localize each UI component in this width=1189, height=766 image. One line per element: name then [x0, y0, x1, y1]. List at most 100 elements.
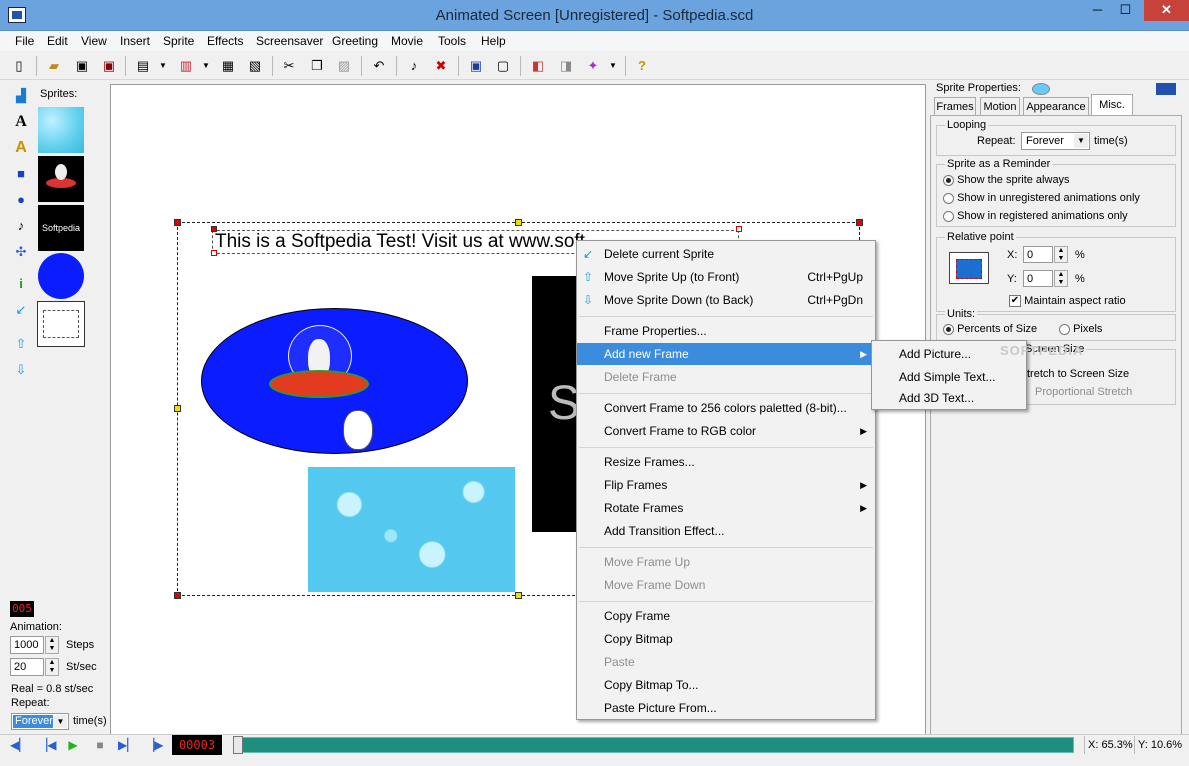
paste-icon[interactable]: ▨: [334, 56, 354, 76]
resize-handle[interactable]: [174, 592, 181, 599]
submenu-add-simple-text[interactable]: Add Simple Text...: [872, 366, 1026, 388]
tab-motion[interactable]: Motion: [980, 97, 1020, 115]
menu-move-frame-down[interactable]: Move Frame Down: [577, 574, 875, 596]
copy-icon[interactable]: ❐: [307, 56, 327, 76]
rate-input[interactable]: 20: [10, 658, 44, 676]
move-up-tool-icon[interactable]: ⇧: [10, 333, 32, 355]
x-input[interactable]: 0: [1023, 246, 1053, 263]
x-spinner[interactable]: ▲ ▼: [1054, 246, 1068, 263]
menu-sprite[interactable]: Sprite: [163, 34, 194, 48]
previous-frame-icon[interactable]: ▕◀: [38, 737, 56, 753]
reminder-option-always[interactable]: Show the sprite always: [943, 174, 1070, 186]
sprite-thumb-circle[interactable]: [38, 253, 84, 299]
export-scr-icon[interactable]: ▤: [133, 56, 153, 76]
units-percent-radio[interactable]: Percents of Size: [943, 323, 1037, 335]
add-rectangle-tool-icon[interactable]: ■: [10, 163, 32, 185]
save-icon[interactable]: ▣: [72, 56, 92, 76]
menu-paste-picture-from[interactable]: Paste Picture From...: [577, 697, 875, 719]
add-text-tool-icon[interactable]: A: [10, 111, 32, 133]
reminder-option-unregistered[interactable]: Show in unregistered animations only: [943, 192, 1140, 204]
add-sound-tool-icon[interactable]: ♪: [10, 215, 32, 237]
add-picture-tool-icon[interactable]: ▟: [10, 85, 32, 107]
help-icon[interactable]: ?: [632, 56, 652, 76]
move-down-tool-icon[interactable]: ⇩: [10, 359, 32, 381]
proportional-stretch-option[interactable]: Proportional Stretch: [1035, 386, 1132, 398]
effects-icon[interactable]: ✦: [583, 56, 603, 76]
timeline-track[interactable]: [234, 737, 1074, 753]
dropdown-arrow-icon[interactable]: ▼: [603, 56, 623, 76]
steps-input[interactable]: 1000: [10, 636, 44, 654]
menu-copy-bitmap-to[interactable]: Copy Bitmap To...: [577, 674, 875, 696]
resize-handle[interactable]: [515, 592, 522, 599]
export-avi-icon[interactable]: ▧: [245, 56, 265, 76]
submenu-add-3d-text[interactable]: Add 3D Text...: [872, 388, 1026, 408]
menu-tools[interactable]: Tools: [438, 34, 466, 48]
text-handle[interactable]: [211, 226, 217, 232]
add-effect-tool-icon[interactable]: ✣: [10, 241, 32, 263]
timeline-slider-handle[interactable]: [233, 736, 243, 754]
steps-spinner[interactable]: ▲ ▼: [45, 636, 59, 654]
chevron-down-icon[interactable]: ▼: [54, 715, 67, 728]
text-handle[interactable]: [211, 250, 217, 256]
add-ellipse-tool-icon[interactable]: ●: [10, 189, 32, 211]
units-pixels-radio[interactable]: Pixels: [1059, 323, 1102, 335]
menu-help[interactable]: Help: [481, 34, 506, 48]
anchor-diagram-icon[interactable]: [949, 252, 989, 284]
menu-copy-bitmap[interactable]: Copy Bitmap: [577, 628, 875, 650]
menu-move-frame-up[interactable]: Move Frame Up: [577, 551, 875, 573]
menu-effects[interactable]: Effects: [207, 34, 243, 48]
menu-convert-rgb[interactable]: Convert Frame to RGB color ▶: [577, 420, 875, 442]
export-exe-icon[interactable]: ▥: [176, 56, 196, 76]
export-gif-icon[interactable]: ▦: [218, 56, 238, 76]
rate-spinner[interactable]: ▲ ▼: [45, 658, 59, 676]
sprite-thumb-ufo[interactable]: [38, 156, 84, 202]
menu-edit[interactable]: Edit: [47, 34, 68, 48]
mute-icon[interactable]: ✖: [431, 56, 451, 76]
menu-move-sprite-down[interactable]: ⇩ Move Sprite Down (to Back) Ctrl+PgDn: [577, 289, 875, 311]
preview-screen-icon[interactable]: ▣: [466, 56, 486, 76]
tab-appearance[interactable]: Appearance: [1023, 97, 1089, 115]
menu-screensaver[interactable]: Screensaver: [256, 34, 323, 48]
open-folder-icon[interactable]: ▰: [44, 56, 64, 76]
menu-add-transition[interactable]: Add Transition Effect...: [577, 520, 875, 542]
dock-icon[interactable]: [1156, 83, 1176, 95]
sprite-color-icon[interactable]: ◧: [528, 56, 548, 76]
menu-insert[interactable]: Insert: [120, 34, 150, 48]
menu-delete-sprite[interactable]: ↙ Delete current Sprite: [577, 243, 875, 265]
new-file-icon[interactable]: ▯: [9, 56, 29, 76]
maintain-aspect-checkbox[interactable]: ✔ Maintain aspect ratio: [1009, 295, 1126, 308]
window-icon[interactable]: ▢: [493, 56, 513, 76]
sprite-thumb-text[interactable]: Softpedia: [38, 205, 84, 251]
sprite-thumb-selected[interactable]: [37, 301, 85, 347]
sprite-thumb-bubbles[interactable]: [38, 107, 84, 153]
close-button[interactable]: ✕: [1144, 0, 1189, 21]
resize-handle[interactable]: [174, 219, 181, 226]
menu-add-new-frame[interactable]: Add new Frame ▶: [577, 343, 875, 365]
menu-resize-frames[interactable]: Resize Frames...: [577, 451, 875, 473]
menu-greeting[interactable]: Greeting: [332, 34, 378, 48]
menu-view[interactable]: View: [81, 34, 107, 48]
undo-icon[interactable]: ↶: [369, 56, 389, 76]
menu-convert-256[interactable]: Convert Frame to 256 colors paletted (8-…: [577, 397, 875, 419]
dropdown-arrow-icon[interactable]: ▼: [196, 56, 216, 76]
fast-forward-icon[interactable]: ▕▶: [145, 737, 163, 753]
resize-handle[interactable]: [856, 219, 863, 226]
y-input[interactable]: 0: [1023, 270, 1053, 287]
menu-copy-frame[interactable]: Copy Frame: [577, 605, 875, 627]
text-handle[interactable]: [736, 226, 742, 232]
resize-handle[interactable]: [515, 219, 522, 226]
stretch-to-screen-option[interactable]: tretch to Screen Size: [1027, 368, 1129, 380]
save-as-icon[interactable]: ▣: [99, 56, 119, 76]
menu-flip-frames[interactable]: Flip Frames ▶: [577, 474, 875, 496]
play-icon[interactable]: ▶: [64, 737, 82, 753]
cut-icon[interactable]: ✂: [279, 56, 299, 76]
rewind-icon[interactable]: ◀▏: [10, 737, 28, 753]
maximize-button[interactable]: ☐: [1112, 0, 1139, 21]
repeat-select[interactable]: Forever ▼: [11, 713, 69, 730]
chevron-down-icon[interactable]: ▼: [1074, 134, 1088, 148]
y-spinner[interactable]: ▲ ▼: [1054, 270, 1068, 287]
reminder-option-registered[interactable]: Show in registered animations only: [943, 210, 1128, 222]
speaker-icon[interactable]: ♪: [404, 56, 424, 76]
next-frame-icon[interactable]: ▶▏: [118, 737, 136, 753]
minimize-button[interactable]: ─: [1084, 0, 1111, 21]
